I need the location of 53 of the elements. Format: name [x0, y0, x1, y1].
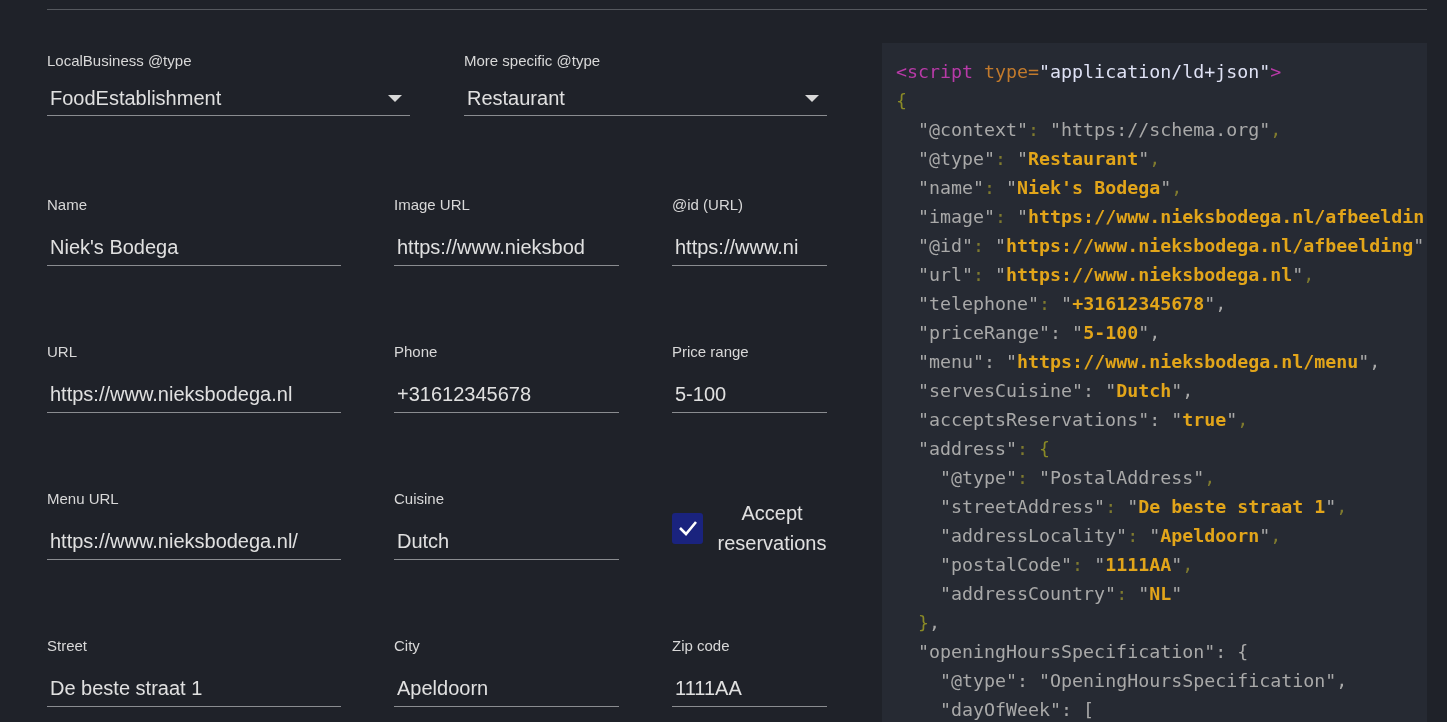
input-field[interactable]: 5-100: [672, 377, 827, 413]
caret-icon: [388, 94, 402, 103]
code-line: },: [917, 611, 941, 635]
field-label: Cuisine: [394, 490, 446, 508]
code-line: "acceptsReservations": "true",: [917, 408, 1249, 432]
field-label: Zip code: [672, 637, 731, 655]
code-line: "@type": "Restaurant",: [917, 147, 1161, 171]
input-field[interactable]: 1111AA: [672, 671, 827, 707]
field-label: Menu URL: [47, 490, 120, 508]
caret-icon: [805, 94, 819, 103]
checkbox-label: Accept reservations: [717, 501, 827, 556]
input-field[interactable]: https://www.nieksbodega.nl/: [47, 524, 341, 560]
code-line: "telephone": "+31612345678",: [917, 292, 1227, 316]
code-line: "priceRange": "5-100",: [917, 321, 1161, 345]
code-line: "dayOfWeek": [: [939, 698, 1095, 722]
code-line: "addressLocality": "Apeldoorn",: [939, 524, 1282, 548]
code-line: <script type="application/ld+json">: [896, 60, 1282, 84]
code-line: {: [896, 89, 907, 113]
code-line: "servesCuisine": "Dutch",: [917, 379, 1194, 403]
code-line: "postalCode": "1111AA",: [939, 553, 1194, 577]
code-line: "url": "https://www.nieksbodega.nl",: [917, 263, 1315, 287]
code-line: "image": "https://www.nieksbodega.nl/afbeeldin: [917, 205, 1425, 229]
code-line: "@id": "https://www.nieksbodega.nl/afbeelding": [917, 234, 1425, 258]
field-label: City: [394, 637, 421, 655]
code-line: "name": "Niek's Bodega",: [917, 176, 1183, 200]
input-field[interactable]: Apeldoorn: [394, 671, 619, 707]
field-label: Street: [47, 637, 89, 655]
select-dropdown[interactable]: Restaurant: [464, 82, 827, 116]
code-line: "addressCountry": "NL": [939, 582, 1183, 606]
select-label: More specific @type: [464, 52, 602, 70]
field-label: Price range: [672, 343, 750, 361]
code-line: "@type": "OpeningHoursSpecification",: [939, 669, 1348, 693]
select-dropdown[interactable]: FoodEstablishment: [47, 82, 410, 116]
input-field[interactable]: Dutch: [394, 524, 619, 560]
field-label: Phone: [394, 343, 439, 361]
input-field[interactable]: Niek's Bodega: [47, 230, 341, 266]
input-field[interactable]: https://www.nieksbodega.nl: [47, 377, 341, 413]
code-line: "address": {: [917, 437, 1051, 461]
input-field[interactable]: +31612345678: [394, 377, 619, 413]
code-line: "@context": "https://schema.org",: [917, 118, 1282, 142]
code-line: "menu": "https://www.nieksbodega.nl/menu",: [917, 350, 1381, 374]
code-line: "openingHoursSpecification": {: [917, 640, 1249, 664]
input-field[interactable]: https://www.ni: [672, 230, 827, 266]
input-field[interactable]: https://www.nieksbod: [394, 230, 619, 266]
field-label: Name: [47, 196, 88, 214]
checkbox[interactable]: [672, 512, 703, 544]
select-label: LocalBusiness @type: [47, 52, 193, 70]
field-label: @id (URL): [672, 196, 745, 214]
field-label: Image URL: [394, 196, 471, 214]
input-field[interactable]: De beste straat 1: [47, 671, 341, 707]
code-line: "@type": "PostalAddress",: [939, 466, 1216, 490]
code-line: "streetAddress": "De beste straat 1",: [939, 495, 1348, 519]
field-label: URL: [47, 343, 78, 361]
